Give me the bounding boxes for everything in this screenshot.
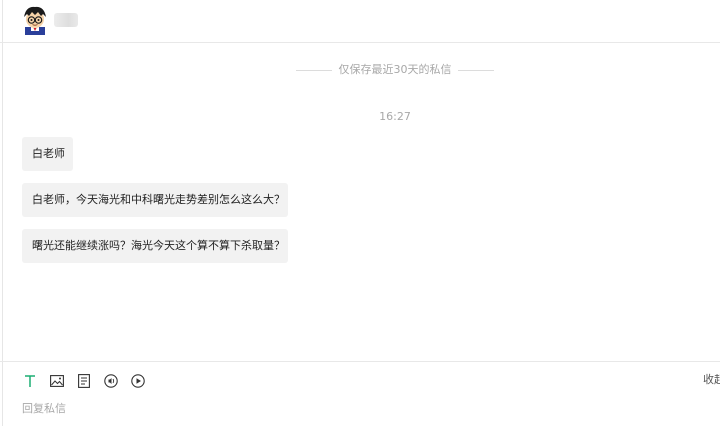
video-play-icon[interactable] — [130, 373, 146, 389]
message-bubble: 白老师，今天海光和中科曙光走势差别怎么这么大？ — [22, 183, 288, 217]
image-icon[interactable] — [49, 373, 65, 389]
notice-divider-right — [458, 69, 494, 71]
retention-notice: 仅保存最近30天的私信 — [296, 62, 494, 78]
audio-icon[interactable] — [103, 373, 119, 389]
dm-conversation-panel: ■■ 仅保存最近30天的私信 16:27 白老师 白老师，今天海光和中科曙光走势… — [0, 0, 720, 426]
cartoon-avatar-icon[interactable] — [21, 5, 49, 35]
text-format-icon[interactable] — [22, 373, 38, 389]
message-timestamp: 16:27 — [379, 110, 411, 123]
document-icon[interactable] — [76, 373, 92, 389]
conversation-header: ■■ — [0, 0, 720, 43]
collapse-button[interactable]: 收起 — [703, 373, 720, 387]
composer-toolbar — [22, 372, 157, 390]
retention-notice-text: 仅保存最近30天的私信 — [338, 63, 452, 76]
contact-username[interactable]: ■■ — [54, 13, 78, 27]
message-bubble: 白老师 — [22, 137, 73, 171]
composer-divider — [0, 361, 720, 362]
notice-divider-left — [296, 69, 332, 71]
panel-left-border — [2, 0, 3, 426]
message-bubble: 曙光还能继续涨吗？海光今天这个算不算下杀取量？ — [22, 229, 288, 263]
reply-message-input[interactable] — [22, 399, 682, 417]
